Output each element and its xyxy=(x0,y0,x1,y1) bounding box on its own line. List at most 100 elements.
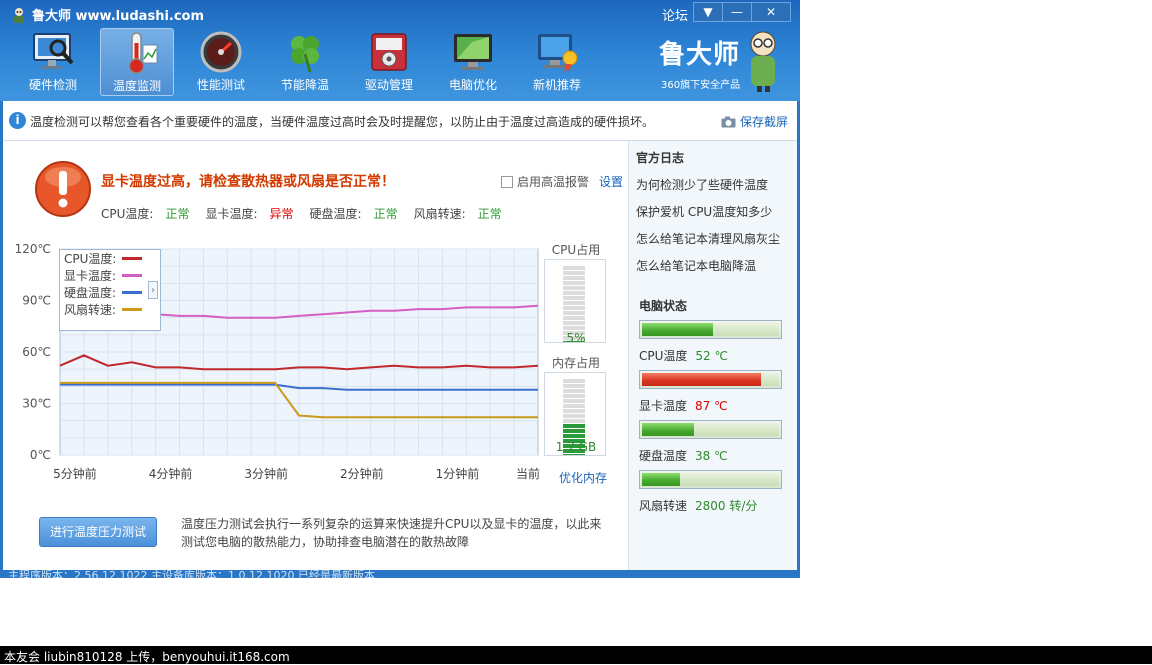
gauge-segment xyxy=(563,286,585,290)
nav-label: 电脑优化 xyxy=(448,78,497,92)
nav-performance[interactable]: 性能测试 xyxy=(184,28,258,96)
log-link[interactable]: 怎么给笔记本电脑降温 xyxy=(636,257,756,274)
driver-icon xyxy=(371,33,407,71)
status-label: CPU温度: xyxy=(101,207,154,221)
mem-usage-title: 内存占用 xyxy=(551,356,600,370)
info-bar: i 温度检测可以帮您查看各个重要硬件的温度，当硬件温度过高时会及时提醒您，以防止… xyxy=(3,101,797,141)
status-bar-text: 主程序版本：2.56.12.1022 主设备库版本：1.0.12.1020 已经… xyxy=(8,570,375,578)
stress-test-description: 温度压力测试会执行一系列复杂的运算来快速提升CPU以及显卡的温度，以此来测试您电… xyxy=(181,517,602,549)
nav-temperature[interactable]: 温度监测 xyxy=(100,28,174,96)
stress-test-button[interactable]: 进行温度压力测试 xyxy=(39,517,157,547)
alarm-checkbox[interactable] xyxy=(501,175,513,188)
fan-speed-bar xyxy=(639,470,782,489)
x-tick-label: 5分钟前 xyxy=(53,466,97,481)
gauge-segment xyxy=(563,434,585,438)
warning-icon xyxy=(35,161,91,217)
status-label: 硬盘温度: xyxy=(309,207,362,221)
minimize-button[interactable]: — xyxy=(722,2,752,22)
y-tick-label: 90℃ xyxy=(22,294,51,308)
save-screenshot-label: 保存截屏 xyxy=(740,115,789,129)
y-tick-label: 120℃ xyxy=(15,242,51,256)
gauge-segment xyxy=(563,311,585,315)
log-link[interactable]: 保护爱机 CPU温度知多少 xyxy=(636,203,772,220)
nav-energy-saving[interactable]: 节能降温 xyxy=(268,28,342,96)
log-link[interactable]: 怎么给笔记本清理风扇灰尘 xyxy=(636,230,780,247)
app-window: 鲁大师 www.ludashi.com 论坛 ▼ — ✕ 硬件检测 温度监测 性… xyxy=(0,0,800,578)
gpu-temp-row: 显卡温度 87 ℃ xyxy=(639,397,728,414)
gauge-segment xyxy=(563,306,585,310)
gauge-segment xyxy=(563,394,585,398)
status-value: 正常 xyxy=(373,207,398,221)
pc-status-label: 硬盘温度 xyxy=(639,449,688,463)
pc-status-label: 显卡温度 xyxy=(639,399,688,413)
nav-label: 温度监测 xyxy=(112,79,161,93)
legend-label: 显卡温度: xyxy=(64,269,117,283)
gauge-segment xyxy=(563,281,585,285)
gauge-segment xyxy=(563,296,585,300)
gauge-segment xyxy=(563,271,585,275)
gauge-segment xyxy=(563,409,585,413)
gauge-segment xyxy=(563,419,585,423)
x-tick-label: 2分钟前 xyxy=(340,466,384,481)
legend-item: 风扇转速: xyxy=(60,301,160,318)
cpu-temp-bar xyxy=(639,320,782,339)
window-controls: ▼ — ✕ xyxy=(693,2,791,22)
brand-area: 鲁大师 360旗下安全产品 xyxy=(655,30,785,96)
nav-label: 驱动管理 xyxy=(364,78,413,92)
nav-label: 硬件检测 xyxy=(28,78,77,92)
gauge-segment xyxy=(563,321,585,325)
nav-new-pc[interactable]: 新机推荐 xyxy=(520,28,594,96)
save-screenshot-link[interactable]: 保存截屏 xyxy=(721,113,788,130)
x-tick-label: 当前 xyxy=(516,466,540,481)
legend-collapse-handle[interactable]: › xyxy=(148,281,158,299)
close-button[interactable]: ✕ xyxy=(751,2,791,22)
info-icon: i xyxy=(9,112,26,129)
gauge-segment xyxy=(563,316,585,320)
x-tick-label: 3分钟前 xyxy=(244,466,288,481)
optimize-memory-link[interactable]: 优化内存 xyxy=(559,469,607,486)
legend-item: 显卡温度: xyxy=(60,267,160,284)
y-tick-label: 60℃ xyxy=(22,345,51,359)
nav-hardware-check[interactable]: 硬件检测 xyxy=(16,28,90,96)
window-title: 鲁大师 www.ludashi.com xyxy=(10,5,204,24)
status-value: 异常 xyxy=(269,207,294,221)
status-label: 显卡温度: xyxy=(205,207,258,221)
gauge-segment xyxy=(563,414,585,418)
gauge-segment xyxy=(563,379,585,383)
legend-item: 硬盘温度: xyxy=(60,284,160,301)
forum-link[interactable]: 论坛 xyxy=(662,5,688,24)
legend-label: CPU温度: xyxy=(64,252,117,266)
legend-swatch xyxy=(122,308,143,311)
pc-status-value: 38 ℃ xyxy=(695,449,728,463)
gauge-segment xyxy=(563,389,585,393)
pc-status-value: 87 ℃ xyxy=(695,399,728,413)
clover-icon xyxy=(291,36,319,73)
official-log-title: 官方日志 xyxy=(636,151,685,165)
info-text: 温度检测可以帮您查看各个重要硬件的温度，当硬件温度过高时会及时提醒您，以防止由于… xyxy=(30,115,655,129)
monitor-optimize-icon xyxy=(454,34,492,70)
fan-speed-row: 风扇转速 2800 转/分 xyxy=(639,497,757,514)
mascot-icon xyxy=(750,31,776,92)
top-bar: 鲁大师 www.ludashi.com 论坛 ▼ — ✕ 硬件检测 温度监测 性… xyxy=(0,0,800,101)
watermark-bar: 本友会 liubin810128 上传，benyouhui.it168.com xyxy=(0,646,1152,664)
nav-driver-manager[interactable]: 驱动管理 xyxy=(352,28,426,96)
x-tick-label: 1分钟前 xyxy=(436,466,480,481)
gauge-segment xyxy=(563,454,585,458)
main-nav: 硬件检测 温度监测 性能测试 节能降温 驱动管理 电脑优化 新机推荐 xyxy=(16,28,604,96)
speedometer-icon xyxy=(200,31,242,73)
y-tick-label: 30℃ xyxy=(22,397,51,411)
watermark-text: 本友会 liubin810128 上传，benyouhui.it168.com xyxy=(4,650,290,664)
nav-pc-optimize[interactable]: 电脑优化 xyxy=(436,28,510,96)
settings-link[interactable]: 设置 xyxy=(599,173,623,190)
nav-label: 节能降温 xyxy=(280,78,329,92)
cpu-temp-row: CPU温度 52 ℃ xyxy=(639,347,728,364)
log-link[interactable]: 为何检测少了些硬件温度 xyxy=(636,176,768,193)
cpu-usage-value: 5% xyxy=(566,331,586,345)
pc-status-value: 52 ℃ xyxy=(695,349,728,363)
new-pc-icon xyxy=(538,34,578,72)
camera-icon xyxy=(721,116,736,127)
cpu-usage-title: CPU占用 xyxy=(551,243,601,257)
side-panel: 官方日志 为何检测少了些硬件温度 保护爱机 CPU温度知多少 怎么给笔记本清理风… xyxy=(628,141,797,570)
menu-dropdown-button[interactable]: ▼ xyxy=(693,2,723,22)
hardware-check-icon xyxy=(33,33,74,69)
